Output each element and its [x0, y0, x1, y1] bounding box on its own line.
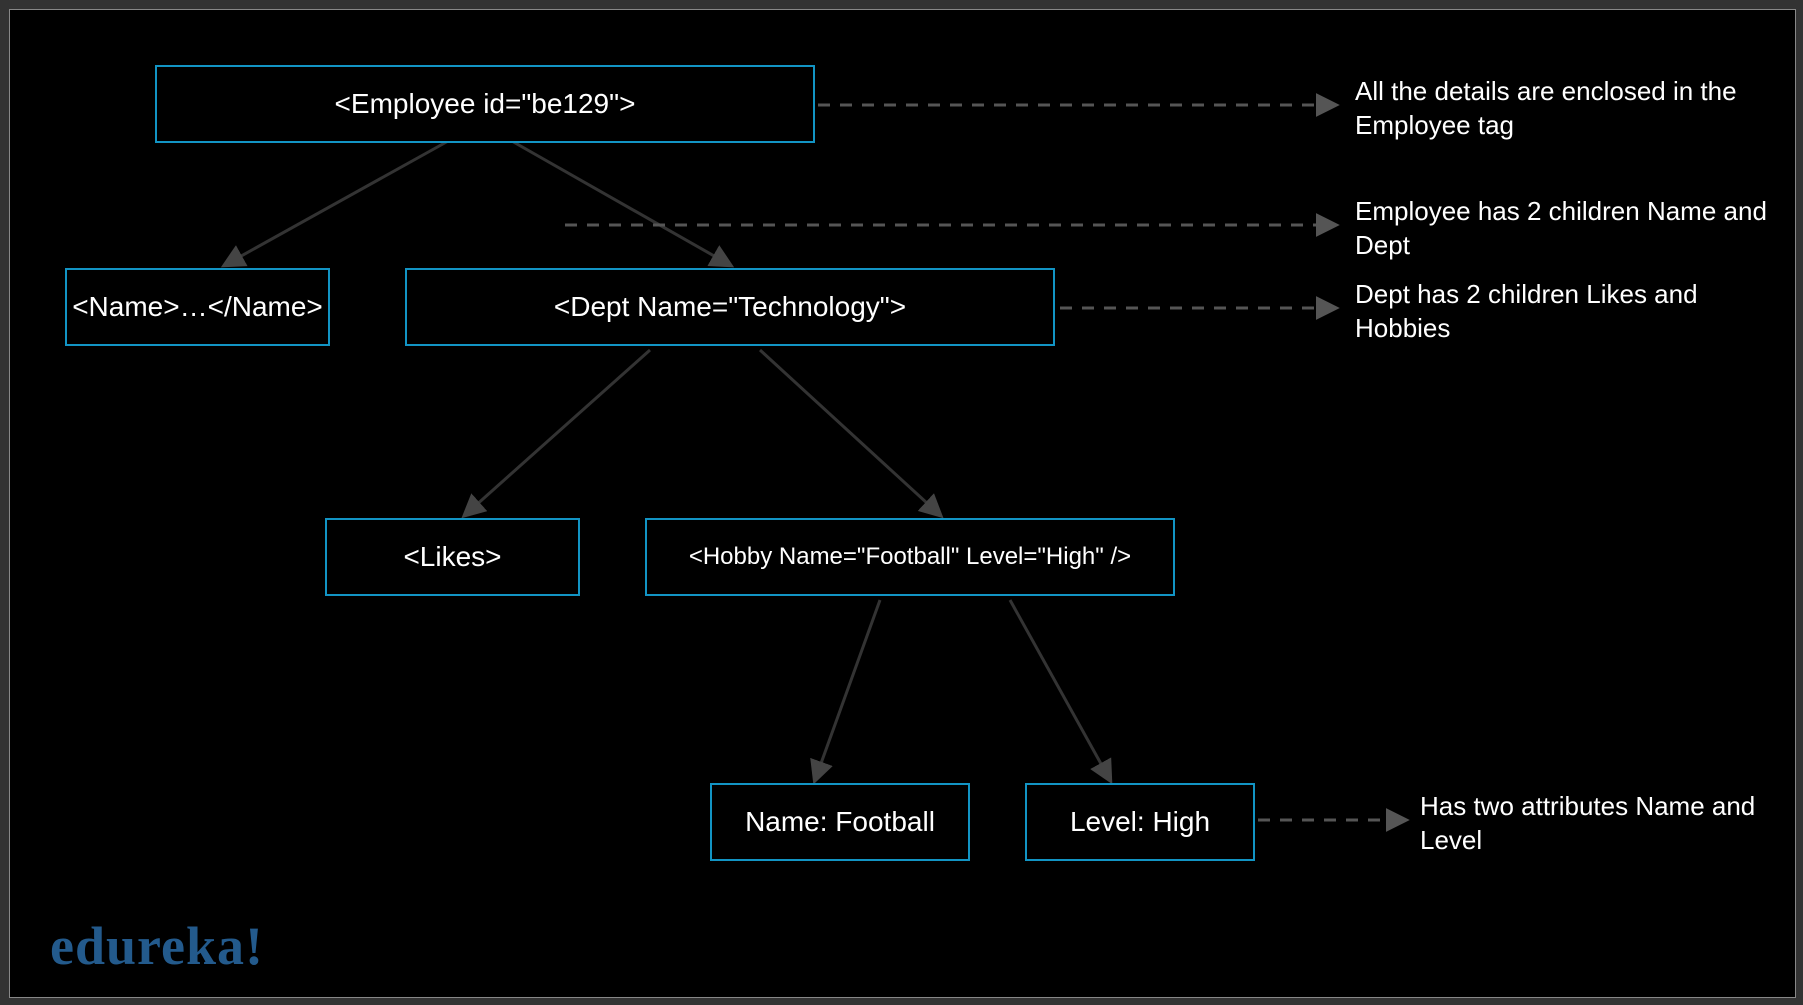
node-hobby-name: Name: Football [710, 783, 970, 861]
diagram-frame: <Employee id="be129"> <Name>…</Name> <De… [9, 9, 1796, 998]
node-name: <Name>…</Name> [65, 268, 330, 346]
annotation-employee: All the details are enclosed in the Empl… [1355, 75, 1775, 143]
annotation-children-2: Dept has 2 children Likes and Hobbies [1355, 278, 1775, 346]
node-employee: <Employee id="be129"> [155, 65, 815, 143]
node-hobbies: <Hobby Name="Football" Level="High" /> [645, 518, 1175, 596]
node-hobby-level: Level: High [1025, 783, 1255, 861]
annotation-children-1: Employee has 2 children Name and Dept [1355, 195, 1775, 263]
node-dept: <Dept Name="Technology"> [405, 268, 1055, 346]
edureka-logo: edureka! [50, 915, 264, 977]
annotation-attributes: Has two attributes Name and Level [1420, 790, 1780, 858]
node-likes: <Likes> [325, 518, 580, 596]
